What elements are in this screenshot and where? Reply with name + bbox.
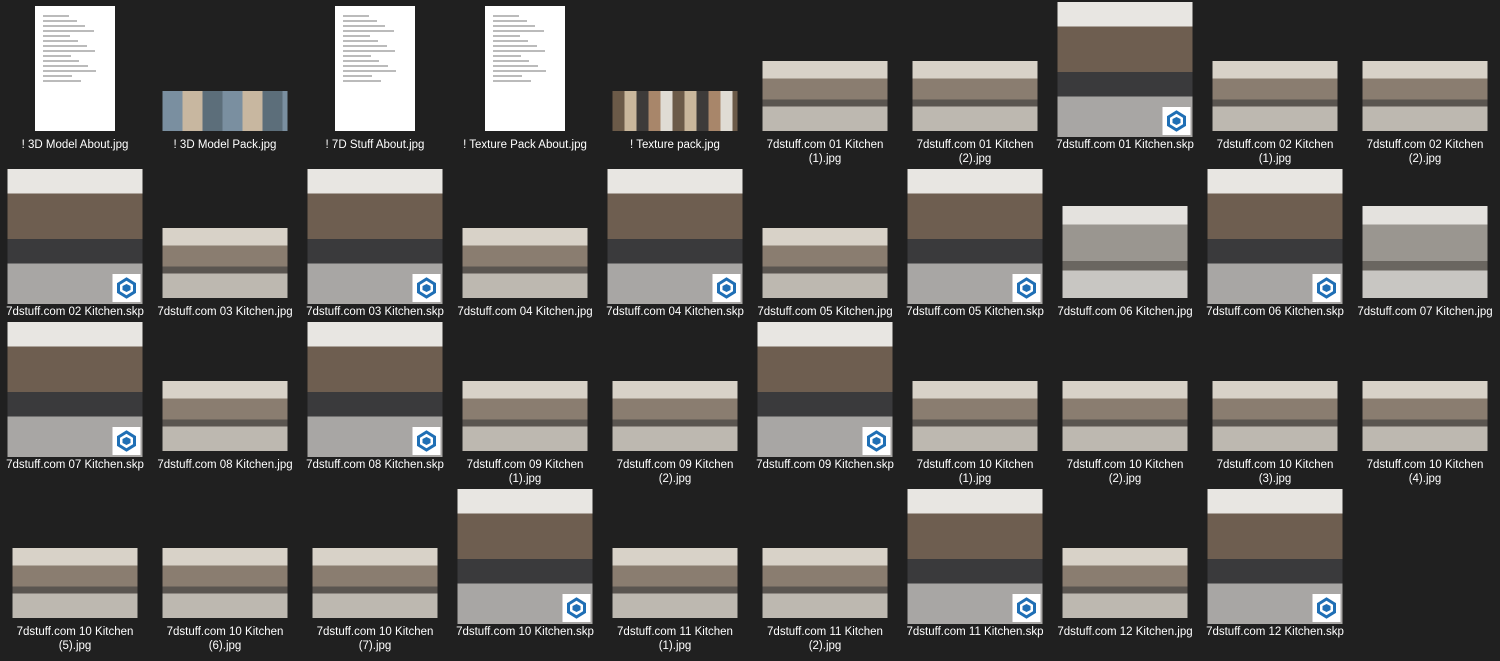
sketchup-icon xyxy=(1012,274,1041,302)
file-name: 7dstuff.com 01 Kitchen.skp xyxy=(1056,139,1194,151)
file-name: 7dstuff.com 02 Kitchen (2).jpg xyxy=(1366,139,1484,165)
image-thumbnail[interactable] xyxy=(12,548,138,618)
file-name: 7dstuff.com 11 Kitchen (2).jpg xyxy=(767,626,883,652)
image-thumbnail[interactable] xyxy=(462,228,588,298)
sketchup-icon xyxy=(1012,594,1041,622)
file-name: 7dstuff.com 03 Kitchen.jpg xyxy=(157,306,293,318)
image-thumbnail[interactable] xyxy=(912,381,1038,451)
sketchup-icon xyxy=(562,594,591,622)
image-thumbnail[interactable] xyxy=(1062,548,1188,618)
file-name: 7dstuff.com 10 Kitchen (7).jpg xyxy=(316,626,434,652)
sketchup-icon xyxy=(412,427,441,455)
file-name: 7dstuff.com 08 Kitchen.jpg xyxy=(157,459,293,471)
image-thumbnail[interactable] xyxy=(462,381,588,451)
file-name: 7dstuff.com 11 Kitchen.skp xyxy=(906,626,1044,638)
file-name: 7dstuff.com 01 Kitchen (2).jpg xyxy=(916,139,1034,165)
image-thumbnail[interactable] xyxy=(485,6,565,131)
image-thumbnail[interactable] xyxy=(1362,206,1488,298)
file-name: 7dstuff.com 08 Kitchen.skp xyxy=(306,459,444,471)
file-name: 7dstuff.com 09 Kitchen (2).jpg xyxy=(616,459,734,485)
sketchup-thumbnail[interactable] xyxy=(907,489,1043,624)
sketchup-thumbnail[interactable] xyxy=(457,489,593,624)
file-name: 7dstuff.com 07 Kitchen.skp xyxy=(6,459,144,471)
file-name: 7dstuff.com 12 Kitchen.jpg xyxy=(1057,626,1193,638)
file-name: 7dstuff.com 09 Kitchen.skp xyxy=(756,459,894,471)
sketchup-thumbnail[interactable] xyxy=(307,169,443,304)
sketchup-thumbnail[interactable] xyxy=(907,169,1043,304)
sketchup-icon xyxy=(1162,107,1191,135)
image-thumbnail[interactable] xyxy=(762,548,888,618)
file-name: 7dstuff.com 10 Kitchen (1).jpg xyxy=(916,459,1034,485)
file-name: 7dstuff.com 10 Kitchen (6).jpg xyxy=(166,626,284,652)
file-name: 7dstuff.com 02 Kitchen.skp xyxy=(6,306,144,318)
sketchup-thumbnail[interactable] xyxy=(607,169,743,304)
file-name: ! 7D Stuff About.jpg xyxy=(325,139,425,151)
file-name: 7dstuff.com 04 Kitchen.skp xyxy=(606,306,744,318)
image-thumbnail[interactable] xyxy=(162,228,288,298)
image-thumbnail[interactable] xyxy=(35,6,115,131)
image-thumbnail[interactable] xyxy=(162,91,288,131)
file-name: ! 3D Model About.jpg xyxy=(21,139,129,151)
image-thumbnail[interactable] xyxy=(1062,206,1188,298)
image-thumbnail[interactable] xyxy=(335,6,415,131)
image-thumbnail[interactable] xyxy=(1362,381,1488,451)
file-name: 7dstuff.com 09 Kitchen (1).jpg xyxy=(466,459,584,485)
sketchup-icon xyxy=(1312,594,1341,622)
image-thumbnail[interactable] xyxy=(612,548,738,618)
image-thumbnail[interactable] xyxy=(612,381,738,451)
file-name: 7dstuff.com 12 Kitchen.skp xyxy=(1206,626,1344,638)
file-name: 7dstuff.com 04 Kitchen.jpg xyxy=(457,306,593,318)
sketchup-thumbnail[interactable] xyxy=(757,322,893,457)
sketchup-thumbnail[interactable] xyxy=(1057,2,1193,137)
file-name: 7dstuff.com 10 Kitchen (2).jpg xyxy=(1066,459,1184,485)
sketchup-thumbnail[interactable] xyxy=(307,322,443,457)
sketchup-icon xyxy=(112,427,141,455)
file-name: 7dstuff.com 11 Kitchen (1).jpg xyxy=(617,626,733,652)
image-thumbnail[interactable] xyxy=(1362,61,1488,131)
sketchup-thumbnail[interactable] xyxy=(7,169,143,304)
file-name: ! Texture Pack About.jpg xyxy=(463,139,587,151)
image-thumbnail[interactable] xyxy=(912,61,1038,131)
file-name: 7dstuff.com 10 Kitchen.skp xyxy=(456,626,594,638)
image-thumbnail[interactable] xyxy=(1062,381,1188,451)
file-name: 7dstuff.com 03 Kitchen.skp xyxy=(306,306,444,318)
image-thumbnail[interactable] xyxy=(1212,381,1338,451)
sketchup-thumbnail[interactable] xyxy=(1207,169,1343,304)
image-thumbnail[interactable] xyxy=(312,548,438,618)
file-name: 7dstuff.com 07 Kitchen.jpg xyxy=(1357,306,1493,318)
image-thumbnail[interactable] xyxy=(1212,61,1338,131)
image-thumbnail[interactable] xyxy=(612,91,738,131)
sketchup-thumbnail[interactable] xyxy=(7,322,143,457)
file-name: 7dstuff.com 02 Kitchen (1).jpg xyxy=(1216,139,1334,165)
file-name: 7dstuff.com 10 Kitchen (5).jpg xyxy=(16,626,134,652)
image-thumbnail[interactable] xyxy=(762,61,888,131)
sketchup-icon xyxy=(712,274,741,302)
sketchup-icon xyxy=(112,274,141,302)
file-name: 7dstuff.com 06 Kitchen.jpg xyxy=(1057,306,1193,318)
sketchup-icon xyxy=(412,274,441,302)
file-name: 7dstuff.com 05 Kitchen.jpg xyxy=(757,306,893,318)
file-name: 7dstuff.com 10 Kitchen (4).jpg xyxy=(1366,459,1484,485)
sketchup-icon xyxy=(1312,274,1341,302)
image-thumbnail[interactable] xyxy=(162,548,288,618)
file-name: 7dstuff.com 06 Kitchen.skp xyxy=(1206,306,1344,318)
file-name: 7dstuff.com 10 Kitchen (3).jpg xyxy=(1216,459,1334,485)
sketchup-icon xyxy=(862,427,891,455)
image-thumbnail[interactable] xyxy=(762,228,888,298)
file-name: ! 3D Model Pack.jpg xyxy=(173,139,277,151)
file-name: ! Texture pack.jpg xyxy=(630,139,720,151)
file-name: 7dstuff.com 05 Kitchen.skp xyxy=(906,306,1044,318)
image-thumbnail[interactable] xyxy=(162,381,288,451)
file-name: 7dstuff.com 01 Kitchen (1).jpg xyxy=(766,139,884,165)
sketchup-thumbnail[interactable] xyxy=(1207,489,1343,624)
